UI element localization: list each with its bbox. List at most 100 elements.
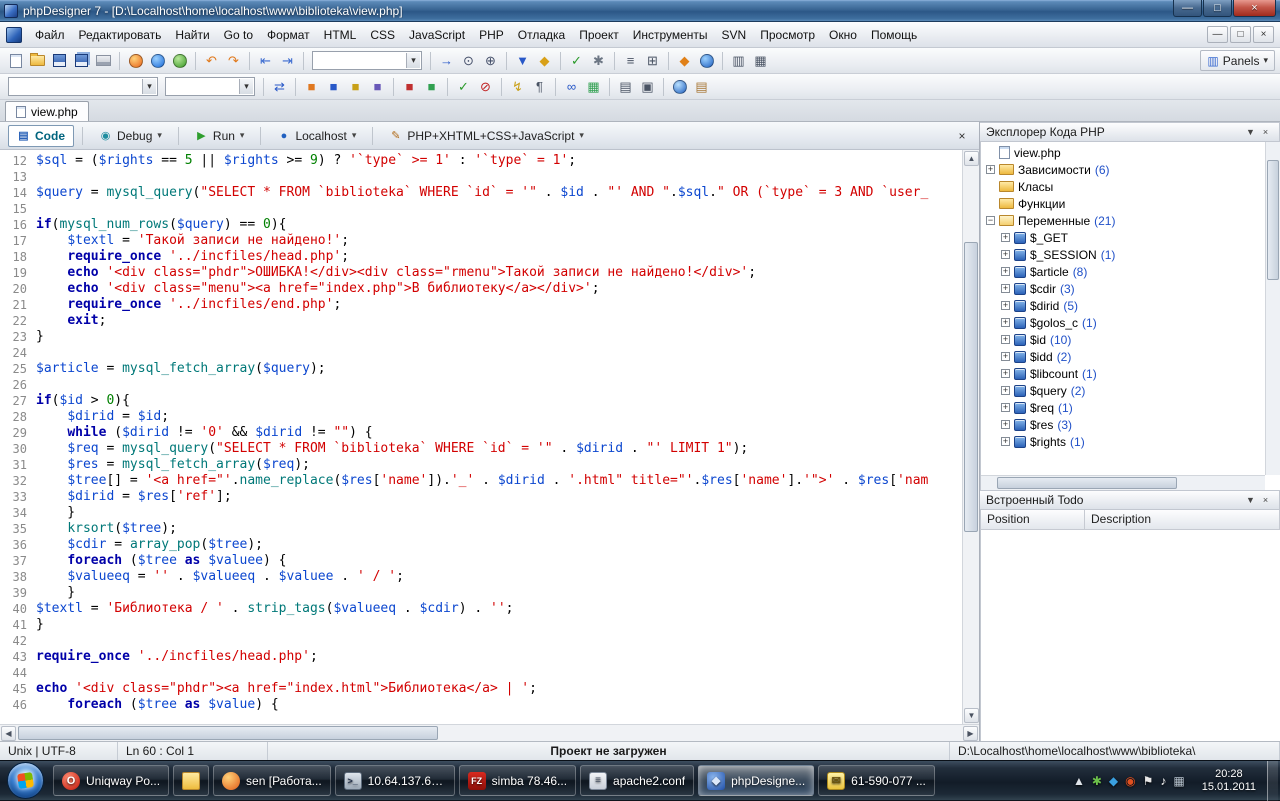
code-line[interactable]: 31 $res = mysql_fetch_array($req); — [0, 457, 962, 473]
chevron-down-icon[interactable]: ▾ — [142, 79, 156, 94]
mdi-minimize-button[interactable]: — — [1207, 26, 1228, 43]
menu-item-0[interactable]: Файл — [28, 24, 72, 46]
tree-expander-icon[interactable]: − — [986, 216, 995, 225]
preview-globe-icon[interactable] — [696, 50, 717, 71]
close-icon[interactable]: × — [1258, 493, 1273, 508]
code-line[interactable]: 20 echo '<div class="menu"><a href="inde… — [0, 281, 962, 297]
template-icon[interactable]: ▣ — [637, 76, 658, 97]
code-line[interactable]: 39 } — [0, 585, 962, 601]
validate-icon[interactable]: ✓ — [453, 76, 474, 97]
split-columns-icon[interactable]: ▥ — [728, 50, 749, 71]
code-line[interactable]: 37 foreach ($tree as $valuee) { — [0, 553, 962, 569]
mdi-close-button[interactable]: × — [1253, 26, 1274, 43]
menu-item-5[interactable]: HTML — [317, 24, 364, 46]
tree-expander-icon[interactable]: + — [1001, 420, 1010, 429]
format-icon[interactable]: ¶ — [529, 76, 550, 97]
list-icon[interactable]: ≡ — [620, 50, 641, 71]
menu-item-9[interactable]: Отладка — [511, 24, 572, 46]
outdent-icon[interactable]: ⇤ — [255, 50, 276, 71]
vertical-scrollbar[interactable]: ▲ ▼ — [962, 150, 979, 724]
code-line[interactable]: 36 $cdir = array_pop($tree); — [0, 537, 962, 553]
taskbar-item-apache2.conf[interactable]: ≡apache2.conf — [580, 765, 694, 796]
code-line[interactable]: 12$sql = ($rights == 5 || $rights >= 9) … — [0, 153, 962, 169]
code-line[interactable]: 24 — [0, 345, 962, 361]
menu-item-14[interactable]: Окно — [822, 24, 864, 46]
redo-icon[interactable]: ↷ — [223, 50, 244, 71]
tab-view-php[interactable]: view.php — [5, 101, 89, 121]
tree-node--[interactable]: Функции — [981, 195, 1264, 212]
tree-node-view-php[interactable]: view.php — [981, 144, 1264, 161]
tree-expander-icon[interactable]: + — [1001, 267, 1010, 276]
tree-node-$dirid[interactable]: +$dirid(5) — [981, 297, 1264, 314]
todo-list-body[interactable] — [980, 530, 1280, 741]
todo-column-position[interactable]: Position — [981, 510, 1085, 530]
tree-node-$libcount[interactable]: +$libcount(1) — [981, 365, 1264, 382]
open-folder-icon[interactable] — [27, 50, 48, 71]
tree-node-$cdir[interactable]: +$cdir(3) — [981, 280, 1264, 297]
browser-firefox-icon[interactable] — [125, 50, 146, 71]
indent-icon[interactable]: ⇥ — [277, 50, 298, 71]
syntax-mode-button[interactable]: ✎ PHP+XHTML+CSS+JavaScript ▾ — [381, 125, 592, 147]
tree-expander-icon[interactable]: + — [1001, 318, 1010, 327]
toolbar-combobox-2[interactable]: ▾ — [8, 77, 158, 96]
code-line[interactable]: 16if(mysql_num_rows($query) == 0){ — [0, 217, 962, 233]
close-icon[interactable]: × — [1258, 125, 1273, 140]
code-line[interactable]: 41} — [0, 617, 962, 633]
error-check-icon[interactable]: ⊘ — [475, 76, 496, 97]
pin-icon[interactable]: ▼ — [1243, 493, 1258, 508]
menu-item-13[interactable]: Просмотр — [753, 24, 822, 46]
taskbar-item-folder[interactable] — [173, 765, 209, 796]
tray-network-icon[interactable]: ▦ — [1173, 774, 1184, 788]
search-in-files-icon[interactable]: ⊕ — [480, 50, 501, 71]
tray-update-icon[interactable]: ✱ — [1092, 774, 1102, 788]
code-line[interactable]: 29 while ($dirid != '0' && $dirid != "")… — [0, 425, 962, 441]
code-line[interactable]: 13 — [0, 169, 962, 185]
code-line[interactable]: 42 — [0, 633, 962, 649]
tree-expander-icon[interactable]: + — [1001, 369, 1010, 378]
code-line[interactable]: 43require_once '../incfiles/head.php'; — [0, 649, 962, 665]
css-doc-icon[interactable]: ■ — [323, 76, 344, 97]
scroll-up-icon[interactable]: ▲ — [964, 151, 979, 166]
tree-node-$query[interactable]: +$query(2) — [981, 382, 1264, 399]
toolbar-combobox-3[interactable]: ▾ — [165, 77, 255, 96]
browser-ie-icon[interactable] — [147, 50, 168, 71]
code-line[interactable]: 45echo '<div class="phdr"><a href="index… — [0, 681, 962, 697]
tidy-icon[interactable]: ↯ — [507, 76, 528, 97]
code-line[interactable]: 14$query = mysql_query("SELECT * FROM `b… — [0, 185, 962, 201]
palette-icon[interactable]: ■ — [421, 76, 442, 97]
menu-item-1[interactable]: Редактировать — [72, 24, 169, 46]
code-line[interactable]: 27if($id > 0){ — [0, 393, 962, 409]
clipboard-icon[interactable]: ▤ — [691, 76, 712, 97]
todo-column-description[interactable]: Description — [1085, 510, 1280, 530]
close-button[interactable]: × — [1233, 0, 1276, 17]
scrollbar-thumb[interactable] — [964, 242, 978, 532]
code-line[interactable]: 40$textl = 'Библиотека / ' . strip_tags(… — [0, 601, 962, 617]
taskbar-item-simba 78.46...[interactable]: FZsimba 78.46... — [459, 765, 576, 796]
php-doc-icon[interactable]: ■ — [367, 76, 388, 97]
js-doc-icon[interactable]: ■ — [345, 76, 366, 97]
new-file-icon[interactable] — [5, 50, 26, 71]
horizontal-scrollbar[interactable]: ◀ ▶ — [0, 724, 979, 741]
code-view-button[interactable]: ▤ Code — [8, 125, 74, 147]
chevron-down-icon[interactable]: ▾ — [239, 79, 253, 94]
chevron-down-icon[interactable]: ▾ — [406, 53, 420, 68]
tree-node-$req[interactable]: +$req(1) — [981, 399, 1264, 416]
taskbar-item-phpDesigne...[interactable]: ◆phpDesigne... — [698, 765, 814, 796]
tray-volume-icon[interactable]: ♪ — [1160, 774, 1166, 788]
taskbar-item-sen [Работа...[interactable]: sen [Работа... — [213, 765, 331, 796]
tree-expander-icon[interactable]: + — [1001, 335, 1010, 344]
debug-button[interactable]: ◉ Debug ▾ — [91, 125, 170, 147]
localhost-button[interactable]: ● Localhost ▾ — [269, 125, 364, 147]
code-line[interactable]: 35 krsort($tree); — [0, 521, 962, 537]
tree-node-$golos_c[interactable]: +$golos_c(1) — [981, 314, 1264, 331]
save-icon[interactable] — [49, 50, 70, 71]
tree-expander-icon[interactable]: + — [1001, 352, 1010, 361]
menu-item-4[interactable]: Формат — [260, 24, 317, 46]
tree-node-$res[interactable]: +$res(3) — [981, 416, 1264, 433]
scroll-right-icon[interactable]: ▶ — [963, 726, 978, 741]
menu-item-15[interactable]: Помощь — [864, 24, 924, 46]
search-icon[interactable]: ⊙ — [458, 50, 479, 71]
start-button[interactable] — [7, 762, 44, 799]
tree-node-$idd[interactable]: +$idd(2) — [981, 348, 1264, 365]
tree-node-$id[interactable]: +$id(10) — [981, 331, 1264, 348]
